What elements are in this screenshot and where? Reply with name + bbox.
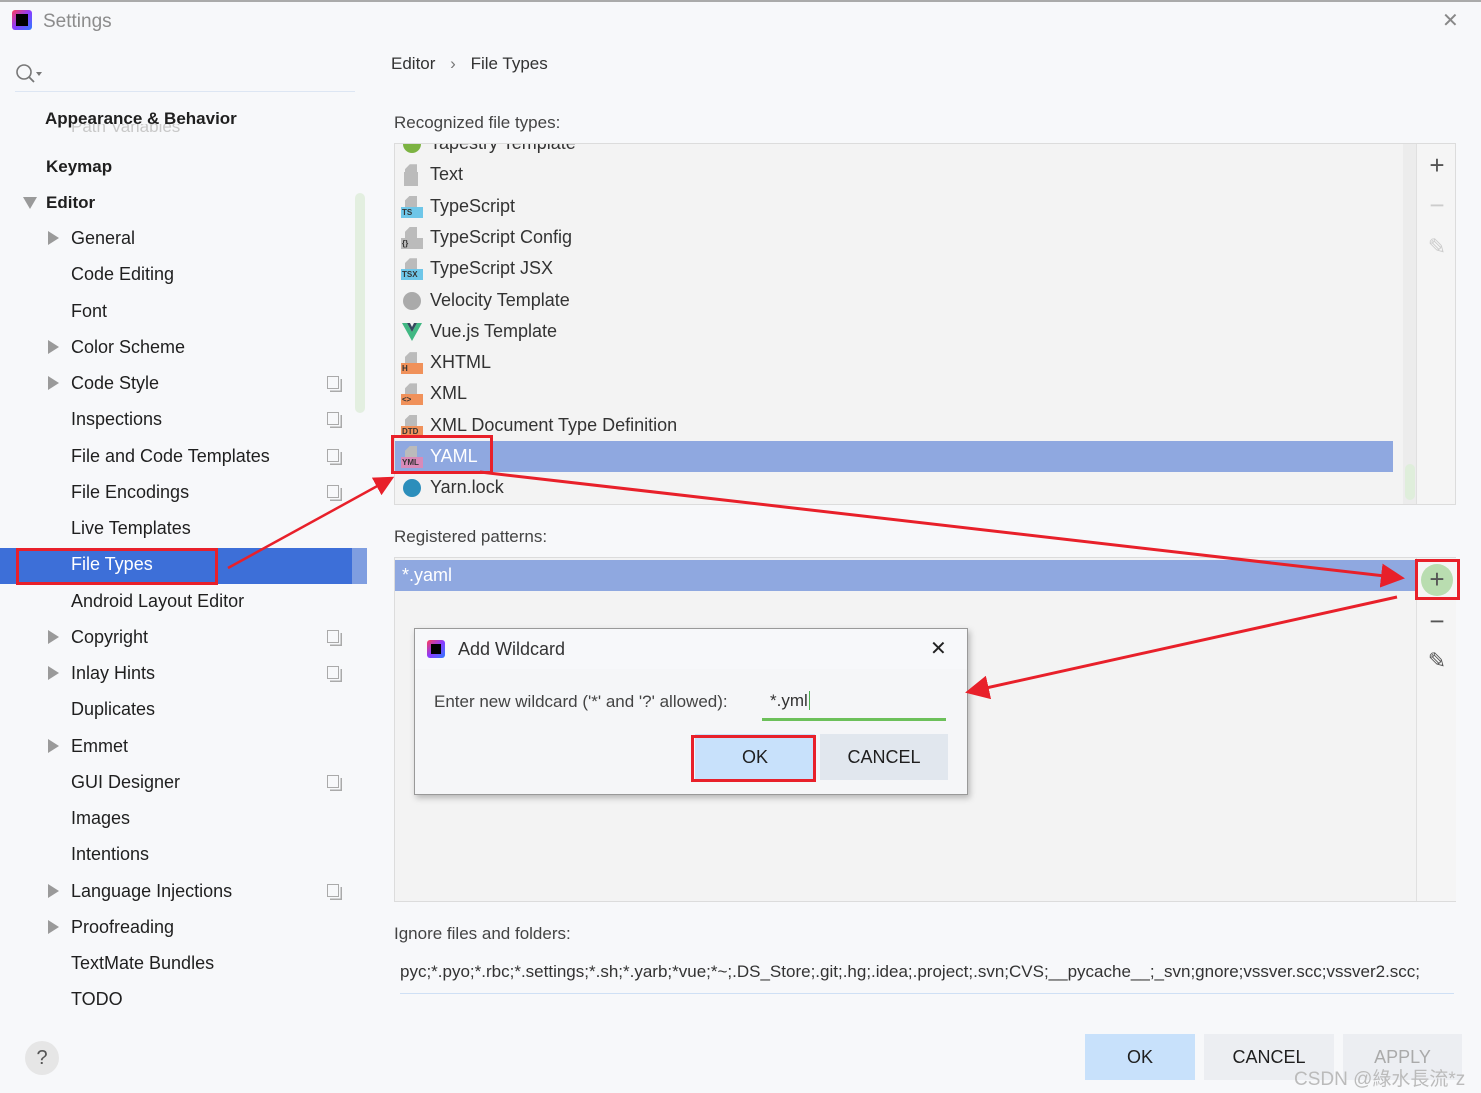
watermark: CSDN @綠水長流*z [1294, 1069, 1466, 1090]
annotation-arrow-1 [227, 476, 395, 570]
annotation-arrow-3 [965, 595, 1398, 700]
annotation-arrows [227, 470, 1405, 700]
annotation-arrow-2 [479, 470, 1405, 588]
